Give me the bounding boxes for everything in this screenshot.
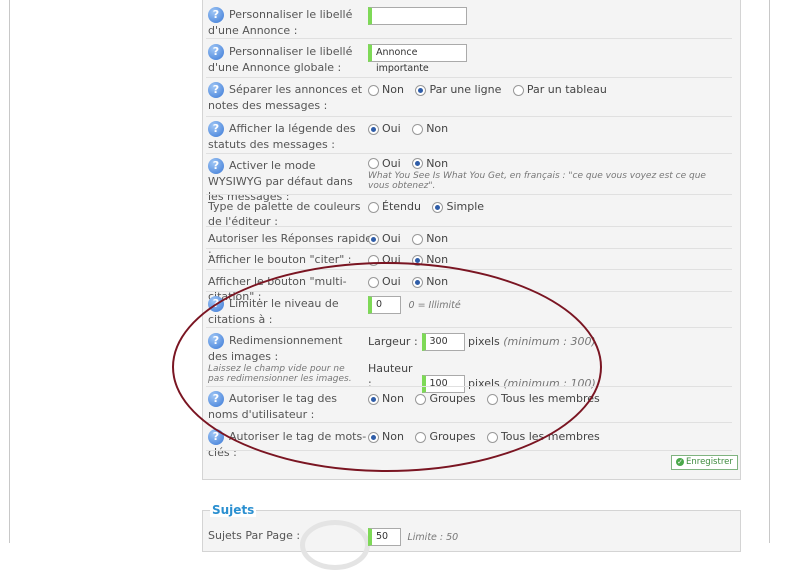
- radio-par-un-tableau[interactable]: Par un tableau: [512, 83, 607, 96]
- help-icon[interactable]: ?: [208, 7, 224, 23]
- wysiwyg-hint: What You See Is What You Get, en françai…: [368, 171, 706, 191]
- row-label: ? Afficher la légende des statuts des mes…: [208, 121, 356, 151]
- row-label: ? Personnaliser le libellé d'une Annonce …: [208, 44, 353, 74]
- radio-oui[interactable]: Oui: [368, 157, 401, 170]
- row-label: ? Activer le mode WYSIWYG par défaut dans…: [208, 158, 353, 203]
- divider: [206, 77, 732, 78]
- radio-etendu[interactable]: Étendu: [368, 200, 421, 213]
- radio-oui[interactable]: Oui: [368, 122, 401, 135]
- radio-icon[interactable]: [415, 84, 427, 96]
- help-icon[interactable]: ?: [208, 121, 224, 137]
- radio-oui[interactable]: Oui: [368, 232, 401, 245]
- row-label: ? Séparer les annonces et notes des messa…: [208, 82, 363, 112]
- radio-icon[interactable]: [368, 201, 379, 213]
- help-icon[interactable]: ?: [208, 82, 224, 98]
- radio-non[interactable]: Non: [368, 83, 404, 96]
- control: Annonce importante: [368, 44, 467, 74]
- save-button[interactable]: ✓ Enregistrer: [671, 455, 738, 470]
- divider: [206, 116, 732, 117]
- radio-group: Oui Non: [368, 121, 456, 136]
- divider: [206, 248, 732, 249]
- control: 50 Limite : 50: [368, 528, 458, 546]
- radio-simple[interactable]: Simple: [432, 200, 484, 213]
- radio-icon[interactable]: [412, 233, 424, 245]
- divider: [206, 226, 732, 227]
- radio-icon[interactable]: [412, 123, 424, 135]
- radio-group: Oui Non What You See Is What You Get, en…: [368, 158, 723, 191]
- section-title-sujets: Sujets: [210, 503, 257, 517]
- radio-non[interactable]: Non: [412, 157, 448, 170]
- radio-icon[interactable]: [368, 84, 379, 96]
- annotation-circle: [172, 262, 602, 472]
- limite-hint: Limite : 50: [407, 532, 459, 543]
- check-icon: ✓: [676, 457, 684, 466]
- row-label: Type de palette de couleurs de l'éditeur…: [208, 200, 361, 228]
- annonce-globale-input[interactable]: Annonce importante: [368, 44, 467, 74]
- divider: [206, 153, 732, 154]
- radio-icon[interactable]: [512, 84, 524, 96]
- radio-group: Étendu Simple: [368, 199, 492, 214]
- help-icon[interactable]: ?: [208, 44, 224, 60]
- row-label: ? Personnaliser le libellé d'une Annonce …: [208, 7, 353, 37]
- radio-group: Non Par une ligne Par un tableau: [368, 82, 615, 97]
- radio-non[interactable]: Non: [412, 232, 448, 245]
- radio-icon[interactable]: [432, 201, 444, 213]
- radio-group: Oui Non: [368, 231, 456, 246]
- right-border: [769, 0, 770, 543]
- help-icon[interactable]: ?: [208, 158, 224, 174]
- divider: [206, 38, 732, 39]
- annonce-input[interactable]: [368, 7, 467, 25]
- left-border: [9, 0, 10, 543]
- radio-icon[interactable]: [368, 158, 379, 169]
- radio-non[interactable]: Non: [412, 122, 448, 135]
- row-label: Sujets Par Page :: [208, 529, 301, 542]
- radio-icon[interactable]: [368, 123, 379, 135]
- radio-par-une-ligne[interactable]: Par une ligne: [415, 83, 501, 96]
- radio-icon[interactable]: [368, 233, 379, 245]
- sujets-par-page-input[interactable]: 50: [368, 528, 401, 546]
- radio-icon[interactable]: [412, 158, 424, 169]
- control: [368, 7, 467, 25]
- divider: [206, 194, 732, 195]
